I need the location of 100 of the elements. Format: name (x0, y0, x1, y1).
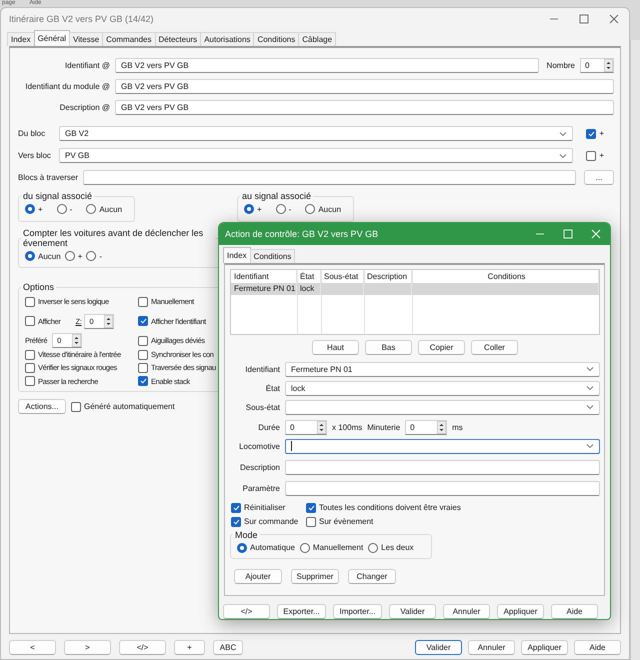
edit-button[interactable]: Changer (348, 568, 396, 584)
radio-label: Aucun (99, 204, 122, 214)
dropdown-field[interactable]: Fermeture PN 01 (285, 362, 600, 377)
footer-button[interactable]: </> (119, 640, 166, 655)
checkbox[interactable] (231, 502, 241, 513)
checkbox[interactable] (138, 362, 148, 372)
checkbox[interactable] (138, 350, 148, 360)
stepper-icon[interactable] (317, 420, 326, 434)
stepper-icon[interactable] (437, 420, 446, 434)
table-cell[interactable] (364, 282, 412, 295)
dropdown-field[interactable] (285, 438, 600, 454)
tab[interactable]: Index (223, 246, 251, 263)
radio-button[interactable] (86, 204, 96, 214)
checkbox[interactable] (71, 402, 81, 412)
edit-button[interactable]: Ajouter (234, 568, 282, 584)
radio-button[interactable] (300, 542, 310, 553)
spin-field[interactable]: 0 (405, 420, 448, 435)
radio-button[interactable] (64, 251, 75, 261)
radio-button[interactable] (25, 251, 35, 261)
text-field[interactable]: GB V2 vers PV GB (115, 79, 614, 94)
dropdown-field[interactable]: lock (285, 380, 600, 396)
field-label: Durée (257, 422, 280, 432)
table-cell[interactable] (321, 282, 364, 295)
radio-label: Aucun (38, 252, 61, 260)
list-button[interactable]: Haut (312, 340, 359, 355)
radio-button[interactable] (276, 204, 286, 214)
dropdown-field[interactable]: GB V2 (59, 126, 574, 141)
field-label: Nombre (546, 61, 575, 70)
checkbox[interactable] (231, 516, 241, 527)
text-field[interactable]: GB V2 vers PV GB (115, 100, 614, 115)
dialog-button[interactable]: Importer... (333, 604, 382, 619)
table-cell[interactable]: Fermeture PN 01 (231, 282, 297, 295)
dialog-button[interactable]: Appliquer (497, 604, 544, 619)
unit-label: x 100ms (332, 422, 362, 432)
field-label: Identifiant @ (64, 61, 110, 70)
list-button[interactable]: Coller (471, 340, 518, 355)
spin-field[interactable]: 0 (580, 58, 614, 73)
checkbox[interactable] (138, 376, 148, 386)
tab[interactable]: Général (34, 30, 70, 46)
dialog-button[interactable]: Valider (389, 604, 436, 619)
stepper-icon[interactable] (104, 314, 114, 328)
stepper-icon[interactable] (604, 59, 613, 72)
checkbox[interactable] (586, 128, 596, 138)
stepper-icon[interactable] (72, 334, 82, 347)
checkbox[interactable] (306, 502, 316, 513)
dialog-button[interactable]: Annuler (443, 604, 490, 619)
actions-button[interactable]: Actions... (18, 399, 66, 414)
checkbox[interactable] (25, 350, 35, 360)
checkbox[interactable] (306, 516, 316, 527)
footer-button[interactable]: ABC (213, 640, 243, 655)
checkbox[interactable] (25, 362, 35, 372)
checkbox[interactable] (138, 296, 148, 306)
edit-button[interactable]: Supprimer (291, 568, 339, 584)
dialog-button[interactable]: Exporter... (277, 604, 326, 619)
chevron-down-icon (586, 385, 594, 392)
checkbox[interactable] (25, 296, 35, 306)
checkbox[interactable] (138, 316, 148, 326)
dialog-button[interactable]: Aide (551, 604, 598, 619)
footer-button[interactable]: > (64, 640, 111, 655)
radio-button[interactable] (368, 542, 378, 553)
radio-button[interactable] (86, 251, 96, 261)
radio-button[interactable] (237, 542, 247, 553)
tab[interactable]: Conditions (250, 248, 296, 263)
checkbox[interactable] (586, 150, 596, 160)
footer-button[interactable]: Aide (574, 640, 621, 655)
radio-button[interactable] (25, 204, 35, 214)
checkbox-label: Sur commande (244, 517, 298, 526)
checkbox[interactable] (25, 376, 35, 386)
dialog-button[interactable]: </> (223, 604, 270, 619)
close-icon[interactable] (609, 14, 619, 24)
list-button[interactable]: Copier (418, 340, 465, 355)
tab[interactable]: Vitesse (69, 32, 104, 46)
footer-button[interactable]: < (9, 640, 56, 655)
table-cell[interactable]: lock (297, 282, 321, 295)
footer-button[interactable]: Annuler (468, 640, 515, 655)
text-field[interactable]: GB V2 vers PV GB (115, 58, 539, 73)
tab[interactable]: Index (7, 32, 35, 46)
text-field[interactable] (83, 170, 576, 185)
radio-button[interactable] (244, 204, 254, 214)
table-cell[interactable] (412, 282, 599, 295)
checkbox[interactable] (138, 336, 148, 346)
footer-button[interactable]: + (174, 640, 205, 655)
radio-button[interactable] (305, 204, 316, 214)
checkbox[interactable] (25, 316, 35, 326)
group-title: Options (22, 282, 56, 292)
browse-button[interactable]: ... (584, 170, 614, 185)
list-button[interactable]: Bas (365, 340, 412, 355)
radio-button[interactable] (56, 204, 67, 214)
text-field[interactable] (285, 460, 600, 475)
field-label: Blocs à traverser (18, 173, 78, 182)
tab[interactable]: Câblage (298, 32, 336, 46)
footer-button[interactable]: Valider (415, 640, 462, 655)
field-label: Description @ (58, 103, 110, 112)
field-label: Sous-état (244, 402, 280, 412)
maximize-icon[interactable] (579, 14, 589, 24)
group-title: Compter les voitures avant de déclencher les évenement (22, 228, 204, 248)
dropdown-field[interactable]: PV GB (59, 148, 574, 163)
spin-field[interactable]: 0 (285, 420, 327, 435)
text-field[interactable] (285, 480, 600, 496)
footer-button[interactable]: Appliquer (521, 640, 568, 655)
